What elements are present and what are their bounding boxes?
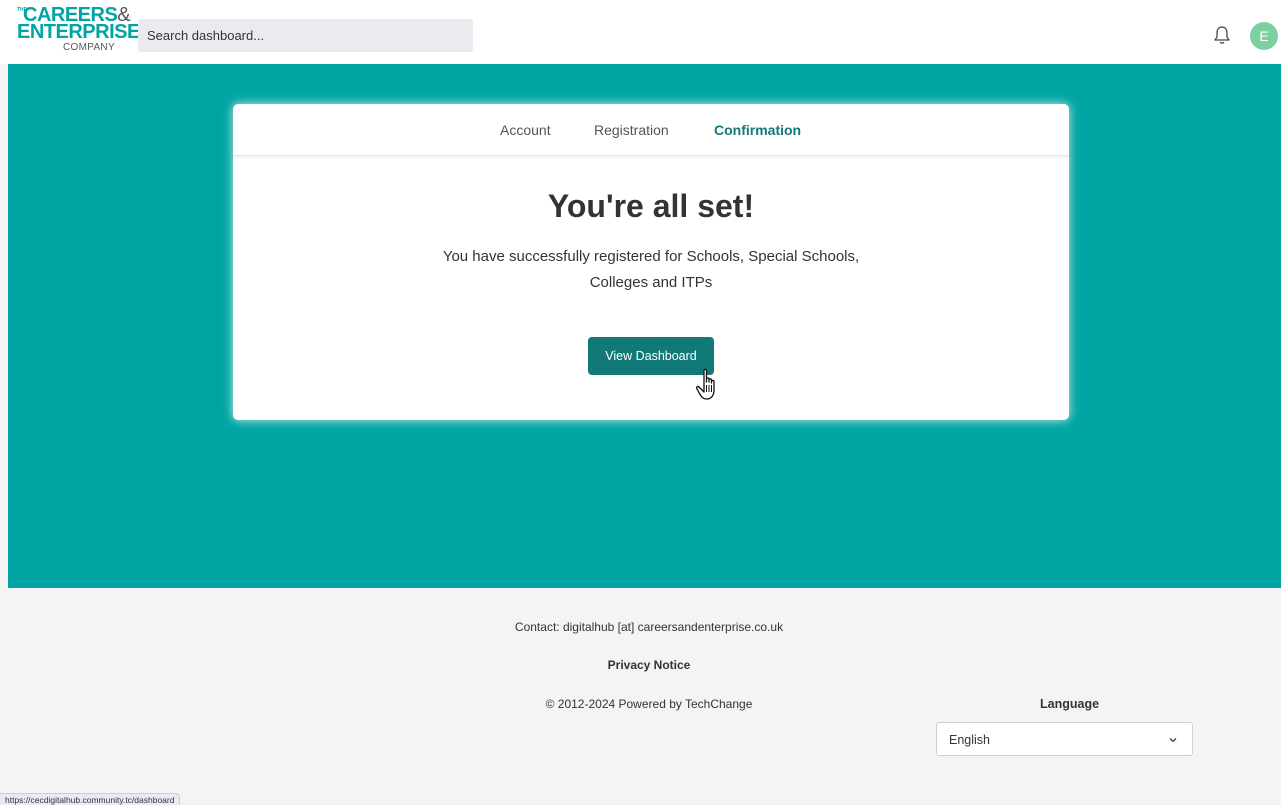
status-bar-url: https://cecdigitalhub.community.tc/dashb… xyxy=(0,793,181,805)
step-account: Account xyxy=(500,122,551,138)
step-registration: Registration xyxy=(594,122,669,138)
company-logo[interactable]: THE CAREERS& ENTERPRISE COMPANY xyxy=(14,5,140,62)
top-header: THE CAREERS& ENTERPRISE COMPANY E xyxy=(0,0,1281,64)
language-selected-value: English xyxy=(949,733,990,747)
page-footer: Contact: digitalhub [at] careersandenter… xyxy=(0,588,1281,805)
user-avatar[interactable]: E xyxy=(1250,22,1278,50)
bell-icon[interactable] xyxy=(1213,25,1231,45)
confirmation-card: Account Registration Confirmation You're… xyxy=(233,104,1069,420)
language-select[interactable]: English xyxy=(936,722,1193,756)
privacy-notice-link[interactable]: Privacy Notice xyxy=(0,658,1281,672)
page-title: You're all set! xyxy=(547,188,755,224)
hand-cursor-icon xyxy=(695,368,715,400)
logo-line-company: COMPANY xyxy=(63,42,115,53)
contact-text: Contact: digitalhub [at] careersandenter… xyxy=(514,620,784,634)
logo-line-enterprise: ENTERPRISE xyxy=(17,21,140,43)
step-confirmation: Confirmation xyxy=(714,122,802,138)
registration-steps: Account Registration Confirmation xyxy=(233,104,1069,156)
language-label: Language xyxy=(1040,697,1100,711)
search-input[interactable] xyxy=(138,19,473,52)
success-message: You have successfully registered for Sch… xyxy=(442,248,860,291)
chevron-down-icon xyxy=(1169,738,1177,743)
